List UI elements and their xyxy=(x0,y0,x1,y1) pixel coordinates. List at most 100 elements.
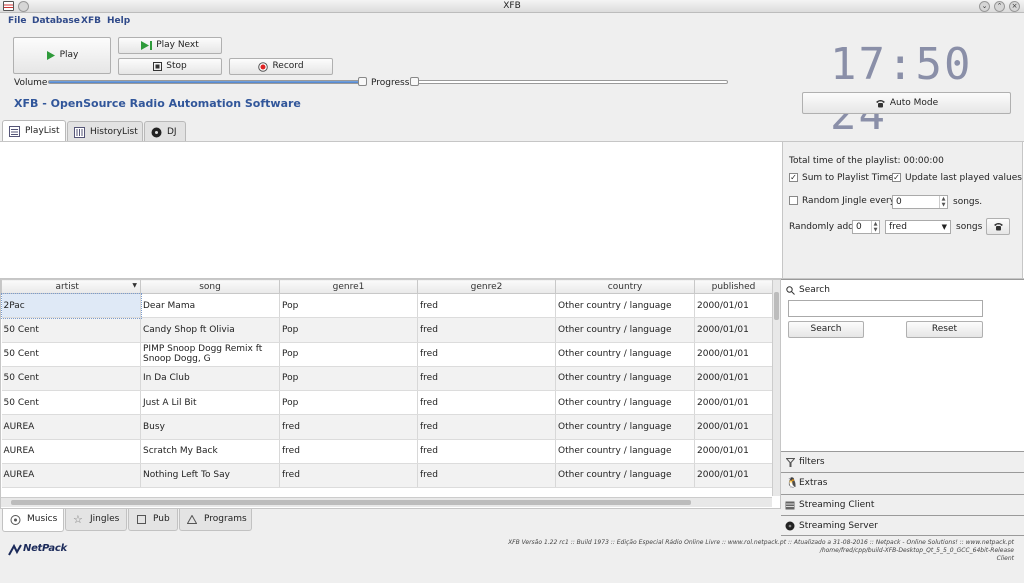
table-cell[interactable]: fred xyxy=(279,463,418,489)
table-cell[interactable]: Other country / language xyxy=(555,390,695,416)
table-cell[interactable]: In Da Club xyxy=(140,366,280,392)
table-cell[interactable]: 50 Cent xyxy=(1,317,141,343)
column-header-published[interactable]: published xyxy=(694,279,773,294)
table-cell[interactable]: AUREA xyxy=(1,439,141,464)
table-cell[interactable]: Just A Lil Bit xyxy=(140,390,280,416)
tab-programs[interactable]: Programs xyxy=(179,509,252,531)
tab-musics[interactable]: Musics xyxy=(2,509,64,532)
random-jingle-option[interactable]: Random Jingle every: xyxy=(789,196,897,206)
spinbox-arrows-icon[interactable]: ▲ ▼ xyxy=(939,196,947,208)
search-button[interactable]: Search xyxy=(788,321,864,338)
table-row[interactable]: 50 Cent In Da Club Pop fred Other country / … xyxy=(1,366,773,392)
horizontal-scrollbar[interactable] xyxy=(1,497,772,507)
tab-jingles[interactable]: ☆ Jingles xyxy=(65,509,127,531)
table-row[interactable]: AUREA Busy fred fred Other country / languag… xyxy=(1,414,773,440)
table-cell[interactable]: Pop xyxy=(279,293,418,319)
update-last-played-option[interactable]: ✓ Update last played values xyxy=(892,173,1022,183)
volume-slider[interactable] xyxy=(48,80,362,84)
column-header-artist[interactable]: artist ▼ xyxy=(1,279,141,294)
play-next-button[interactable]: Play Next xyxy=(118,37,222,54)
table-row[interactable]: AUREA Nothing Left To Say fred fred Other co… xyxy=(1,463,773,489)
table-cell[interactable]: AUREA xyxy=(1,414,141,440)
table-cell[interactable]: Nothing Left To Say xyxy=(140,463,280,489)
table-cell[interactable]: Dear Mama xyxy=(140,293,280,319)
play-button[interactable]: Play xyxy=(13,37,111,74)
record-button[interactable]: Record xyxy=(229,58,333,75)
column-header-genre1[interactable]: genre1 xyxy=(279,279,418,294)
spinbox-arrows-icon[interactable]: ▲ ▼ xyxy=(871,221,879,233)
table-cell[interactable]: Pop xyxy=(279,317,418,343)
tab-pub[interactable]: Pub xyxy=(128,509,178,531)
streaming-server-section-header[interactable]: Streaming Server xyxy=(781,515,1024,536)
table-cell[interactable]: Other country / language xyxy=(555,342,695,367)
table-cell[interactable]: Other country / language xyxy=(555,439,695,464)
table-cell[interactable]: fred xyxy=(417,293,556,319)
table-cell[interactable]: Pop xyxy=(279,342,418,367)
update-last-played-checkbox[interactable]: ✓ xyxy=(892,173,901,182)
stop-button[interactable]: Stop xyxy=(118,58,222,75)
auto-mode-button[interactable]: Auto Mode xyxy=(802,92,1011,114)
horizontal-scrollbar-thumb[interactable] xyxy=(11,500,691,505)
table-cell[interactable]: fred xyxy=(417,414,556,440)
table-cell[interactable]: 2000/01/01 xyxy=(694,342,773,367)
table-cell[interactable]: Other country / language xyxy=(555,463,695,489)
tab-dj[interactable]: DJ xyxy=(144,121,186,142)
column-header-song[interactable]: song xyxy=(140,279,280,294)
vertical-scrollbar[interactable] xyxy=(772,280,780,496)
menu-file[interactable]: File xyxy=(8,16,26,26)
table-cell[interactable]: 2Pac xyxy=(0,292,142,319)
volume-slider-handle[interactable] xyxy=(358,77,367,86)
table-cell[interactable]: AUREA xyxy=(1,463,141,489)
minimize-button[interactable]: ⌄ xyxy=(979,1,990,12)
random-jingle-checkbox[interactable] xyxy=(789,196,798,205)
maximize-button[interactable]: ⌃ xyxy=(994,1,1005,12)
randomly-add-spinbox[interactable]: 0 ▲ ▼ xyxy=(852,220,880,234)
table-cell[interactable]: fred xyxy=(279,414,418,440)
table-cell[interactable]: 2000/01/01 xyxy=(694,390,773,416)
table-cell[interactable]: fred xyxy=(279,439,418,464)
menu-xfb[interactable]: XFB xyxy=(81,16,101,26)
table-cell[interactable]: Other country / language xyxy=(555,317,695,343)
tab-historylist[interactable]: HistoryList xyxy=(67,121,143,142)
table-cell[interactable]: Other country / language xyxy=(555,366,695,392)
tab-playlist[interactable]: PlayList xyxy=(2,120,66,142)
table-cell[interactable]: Other country / language xyxy=(555,414,695,440)
table-cell[interactable]: 50 Cent xyxy=(1,366,141,392)
table-cell[interactable]: 2000/01/01 xyxy=(694,414,773,440)
table-row[interactable]: 50 Cent Candy Shop ft Olivia Pop fred Other … xyxy=(1,317,773,343)
table-cell[interactable]: 2000/01/01 xyxy=(694,293,773,319)
search-section-header[interactable]: Search xyxy=(781,279,1024,300)
table-cell[interactable]: fred xyxy=(417,317,556,343)
sum-playlist-option[interactable]: ✓ Sum to Playlist Time xyxy=(789,173,894,183)
filters-section-header[interactable]: filters xyxy=(781,451,1024,472)
sum-playlist-checkbox[interactable]: ✓ xyxy=(789,173,798,182)
table-cell[interactable]: Candy Shop ft Olivia xyxy=(140,317,280,343)
vertical-scrollbar-thumb[interactable] xyxy=(774,292,779,320)
table-cell[interactable]: 2000/01/01 xyxy=(694,439,773,464)
reset-button[interactable]: Reset xyxy=(906,321,983,338)
random-add-button[interactable] xyxy=(986,218,1010,235)
table-row[interactable]: 2Pac Dear Mama Pop fred Other country / lang… xyxy=(0,292,773,319)
close-button[interactable]: × xyxy=(1009,1,1020,12)
column-header-country[interactable]: country xyxy=(555,279,695,294)
randomly-add-user-select[interactable]: fred ▼ xyxy=(885,220,951,234)
table-cell[interactable]: Scratch My Back xyxy=(140,439,280,464)
extras-section-header[interactable]: 🐧 Extras xyxy=(781,472,1024,493)
search-input[interactable] xyxy=(788,300,983,317)
table-cell[interactable]: 2000/01/01 xyxy=(694,317,773,343)
table-row[interactable]: 50 Cent Just A Lil Bit Pop fred Other countr… xyxy=(1,390,773,416)
jingle-every-spinbox[interactable]: 0 ▲ ▼ xyxy=(892,195,948,209)
streaming-client-section-header[interactable]: Streaming Client xyxy=(781,494,1024,515)
table-cell[interactable]: 50 Cent xyxy=(1,390,141,416)
progress-slider-handle[interactable] xyxy=(410,77,419,86)
table-cell[interactable]: fred xyxy=(417,366,556,392)
menu-database[interactable]: Database xyxy=(32,16,80,26)
progress-slider[interactable] xyxy=(412,80,728,84)
table-row[interactable]: AUREA Scratch My Back fred fred Other countr… xyxy=(1,439,773,464)
table-cell[interactable]: Pop xyxy=(279,366,418,392)
table-row[interactable]: 50 Cent PIMP Snoop Dogg Remix ft Snoop Do… xyxy=(1,342,773,367)
table-cell[interactable]: Busy xyxy=(140,414,280,440)
table-cell[interactable]: PIMP Snoop Dogg Remix ft Snoop Dogg, G xyxy=(140,342,280,367)
table-cell[interactable]: 2000/01/01 xyxy=(694,463,773,489)
table-cell[interactable]: 2000/01/01 xyxy=(694,366,773,392)
